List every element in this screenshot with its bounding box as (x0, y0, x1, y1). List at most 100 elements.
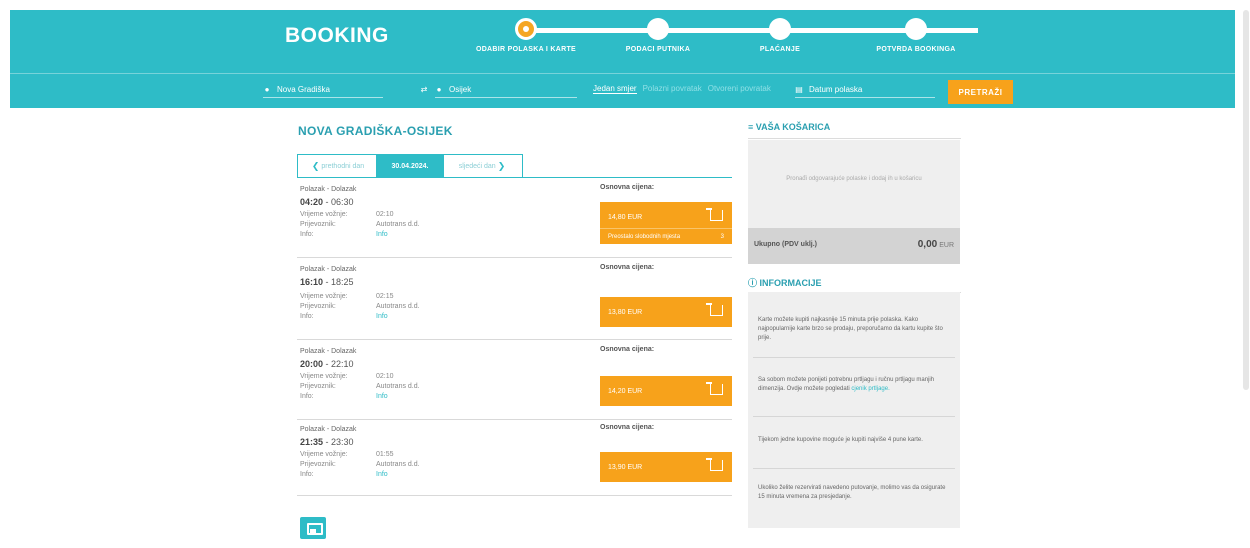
trip-row: Polazak - Dolazak 20:00 - 22:10 Vrijeme … (297, 342, 732, 420)
duration-label: Vrijeme vožnje: (300, 451, 348, 458)
trip-row: Polazak - Dolazak 04:20 - 06:30 Vrijeme … (297, 180, 732, 258)
swap-arrows-icon[interactable]: ⇄ (418, 86, 430, 94)
step-1[interactable]: ODABIR POLASKA I KARTE (451, 18, 601, 53)
price-value: 13,80 EUR (608, 308, 643, 316)
trip-type-return[interactable]: Polazni povratak (643, 84, 702, 94)
cart-title: ≡ VAŠA KOŠARICA (748, 122, 962, 139)
info-title-label: INFORMACIJE (759, 278, 822, 288)
seats-info: Preostalo slobodnih mjesta 3 (600, 228, 732, 244)
info-row: Info: Info (300, 313, 388, 320)
brand-title: BOOKING (285, 24, 389, 47)
to-value: Osijek (449, 85, 472, 94)
info-label: Info: (300, 231, 314, 238)
duration-value: 01:55 (376, 451, 394, 458)
print-button[interactable] (300, 517, 326, 539)
trip-row: Polazak - Dolazak 16:10 - 18:25 Vrijeme … (297, 260, 732, 340)
total-amount: 0,00 EUR (918, 239, 954, 250)
baggage-price-link[interactable]: cjenik prtljage. (851, 386, 889, 392)
step-dot-icon (905, 18, 927, 40)
next-day-button[interactable]: sljedeći dan ❯ (443, 154, 523, 178)
step-dot-icon (769, 18, 791, 40)
cart-total: Ukupno (PDV uklj.) 0,00 EUR (748, 228, 960, 264)
carrier-value: Autotrans d.d. (376, 461, 420, 468)
trip-times: 04:20 - 06:30 (300, 197, 354, 207)
info-row: Info: Info (300, 471, 388, 478)
step-3: PLAĆANJE (705, 18, 855, 53)
info-item: Ukoliko želite rezervirati navedeno puto… (758, 485, 946, 500)
price-label: Osnovna cijena: (600, 264, 655, 271)
info-label: Info: (300, 393, 314, 400)
cart-panel: Pronađi odgovarajuće polaske i dodaj ih … (748, 140, 960, 264)
trip-times: 21:35 - 23:30 (300, 437, 354, 447)
carrier-row: Prijevoznik: Autotrans d.d. (300, 383, 420, 390)
price-value: 14,80 EUR (608, 213, 643, 221)
carrier-row: Prijevoznik: Autotrans d.d. (300, 221, 420, 228)
step-label: PLAĆANJE (759, 46, 801, 53)
chevron-left-icon: ❮ (311, 160, 320, 171)
seats-count: 3 (720, 234, 724, 240)
step-dot-icon (647, 18, 669, 40)
carrier-value: Autotrans d.d. (376, 303, 420, 310)
calendar-icon: ▤ (795, 84, 803, 94)
info-row: Info: Info (300, 231, 388, 238)
info-text: Sa sobom možete ponijeti potrebnu prtlja… (758, 377, 935, 392)
info-circle-icon: ⓘ (748, 278, 758, 288)
info-item: Sa sobom možete ponijeti potrebnu prtlja… (748, 376, 960, 394)
carrier-value: Autotrans d.d. (376, 383, 420, 390)
current-day-tab[interactable]: 30.04.2024. (377, 154, 443, 178)
info-link[interactable]: Info (376, 471, 388, 478)
cart-title-label: VAŠA KOŠARICA (755, 122, 831, 132)
prev-day-button[interactable]: ❮ prethodni dan (297, 154, 377, 178)
add-to-cart-button[interactable]: 13,80 EUR (600, 297, 732, 327)
total-currency: EUR (939, 242, 954, 249)
from-field[interactable]: ● Nova Gradiška (263, 82, 383, 98)
trip-subtitle: Polazak - Dolazak (300, 348, 357, 355)
duration-value: 02:10 (376, 211, 394, 218)
trip-type-open-return[interactable]: Otvoreni povratak (708, 84, 771, 94)
location-pin-icon: ● (436, 84, 442, 94)
step-active-dot-icon (515, 18, 537, 40)
duration-row: Vrijeme vožnje: 02:15 (300, 293, 394, 300)
cart-icon (706, 382, 723, 395)
from-value: Nova Gradiška (277, 85, 330, 94)
info-link[interactable]: Info (376, 231, 388, 238)
departure-time: 20:00 (300, 359, 324, 369)
info-label: Info: (300, 471, 314, 478)
info-link[interactable]: Info (376, 313, 388, 320)
search-button[interactable]: PRETRAŽI (948, 80, 1013, 104)
departure-time: 04:20 (300, 197, 324, 207)
step-label: POTVRDA BOOKINGA (876, 46, 956, 53)
price-label: Osnovna cijena: (600, 346, 655, 353)
trip-type-one-way[interactable]: Jedan smjer (593, 84, 637, 94)
arrival-time: 22:10 (331, 359, 354, 369)
add-to-cart-button[interactable]: 14,20 EUR (600, 376, 732, 406)
duration-value: 02:10 (376, 373, 394, 380)
trip-times: 20:00 - 22:10 (300, 359, 354, 369)
date-field[interactable]: ▤ Datum polaska (795, 82, 935, 98)
prev-day-label: prethodni dan (321, 162, 365, 170)
step-4: POTVRDA BOOKINGA (841, 18, 991, 53)
departure-time: 16:10 (300, 277, 324, 287)
route-title: NOVA GRADIŠKA-OSIJEK (298, 124, 453, 138)
trip-subtitle: Polazak - Dolazak (300, 186, 357, 193)
cart-icon (706, 303, 723, 316)
price-label: Osnovna cijena: (600, 424, 655, 431)
header-divider (10, 73, 1235, 74)
tabs-underline (297, 177, 732, 178)
next-day-label: sljedeći dan (458, 162, 496, 170)
arrival-time: 23:30 (331, 437, 354, 447)
day-navigation: ❮ prethodni dan 30.04.2024. sljedeći dan ❯ (297, 154, 523, 178)
info-item: Karte možete kupiti najkasnije 15 minuta… (758, 317, 943, 341)
location-pin-icon: ● (264, 84, 270, 94)
add-to-cart-button[interactable]: 13,90 EUR (600, 452, 732, 482)
page-scrollbar[interactable] (1243, 10, 1249, 390)
to-field[interactable]: ● Osijek (435, 82, 577, 98)
trip-row: Polazak - Dolazak 21:35 - 23:30 Vrijeme … (297, 420, 732, 496)
step-label: ODABIR POLASKA I KARTE (475, 46, 577, 53)
info-panel: Karte možete kupiti najkasnije 15 minuta… (748, 292, 960, 528)
duration-row: Vrijeme vožnje: 01:55 (300, 451, 394, 458)
total-value: 0,00 (917, 239, 938, 250)
carrier-label: Prijevoznik: (300, 303, 336, 310)
info-link[interactable]: Info (376, 393, 388, 400)
seats-label: Preostalo slobodnih mjesta (608, 234, 681, 240)
